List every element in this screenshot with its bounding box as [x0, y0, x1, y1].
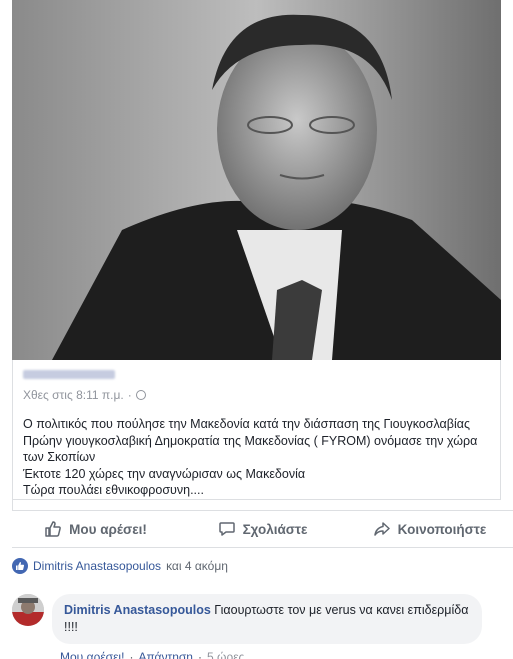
post-body-line: Έκτοτε 120 χώρες την αναγνώρισαν ως Μακε…	[23, 466, 306, 481]
comment-label: Σχολιάστε	[242, 521, 308, 537]
post-body: Ο πολιτικός που πούλησε την Μακεδονία κα…	[23, 416, 493, 499]
comment-dot: ·	[129, 650, 134, 659]
post-body-line: Τώρα πουλάει εθνικοφροσυνη....	[23, 483, 204, 497]
post-photo[interactable]	[12, 0, 501, 360]
comment-like-link[interactable]: Μου αρέσει!	[60, 650, 124, 659]
blurred-author-name[interactable]	[23, 370, 115, 379]
reactions-summary[interactable]: Dimitris Anastasopoulos και 4 ακόμη	[12, 558, 228, 574]
post-meta: Χθες στις 8:11 π.μ. ·	[23, 388, 146, 402]
share-arrow-icon	[373, 522, 390, 536]
post-body-line: Ο πολιτικός που πούλησε την Μακεδονία κα…	[23, 417, 478, 464]
share-button[interactable]: Κοινοποιήστε	[346, 511, 513, 547]
comment-actions: Μου αρέσει! · Απάντηση · 5 ώρες	[60, 650, 244, 659]
share-label: Κοινοποιήστε	[397, 521, 487, 537]
post-actions: Μου αρέσει! Σχολιάστε Κοινοποιήστε	[12, 510, 513, 548]
comment-bubble: Dimitris Anastasopoulos Γιαουρτωστε τον …	[52, 594, 482, 644]
comment-button[interactable]: Σχολιάστε	[179, 511, 346, 547]
reaction-others-count[interactable]: και 4 ακόμη	[166, 559, 228, 573]
post-timestamp[interactable]: Χθες στις 8:11 π.μ.	[23, 388, 124, 402]
speech-bubble-icon	[218, 522, 235, 536]
globe-icon	[135, 390, 146, 400]
avatar-image	[12, 594, 44, 626]
comment-dot: ·	[197, 650, 202, 659]
reaction-user-name[interactable]: Dimitris Anastasopoulos	[33, 559, 161, 573]
like-reaction-icon	[12, 558, 28, 574]
portrait-image	[12, 0, 501, 360]
meta-separator: ·	[127, 388, 132, 402]
comment-author[interactable]: Dimitris Anastasopoulos	[64, 603, 211, 617]
thumbs-up-icon	[45, 521, 61, 537]
avatar[interactable]	[12, 594, 44, 626]
shared-post: Χθες στις 8:11 π.μ. · Ο πολιτικός που πο…	[12, 360, 501, 500]
like-button[interactable]: Μου αρέσει!	[12, 511, 179, 547]
like-label: Μου αρέσει!	[69, 521, 147, 537]
comment-time[interactable]: 5 ώρες	[207, 650, 244, 659]
comment-reply-link[interactable]: Απάντηση	[138, 650, 193, 659]
